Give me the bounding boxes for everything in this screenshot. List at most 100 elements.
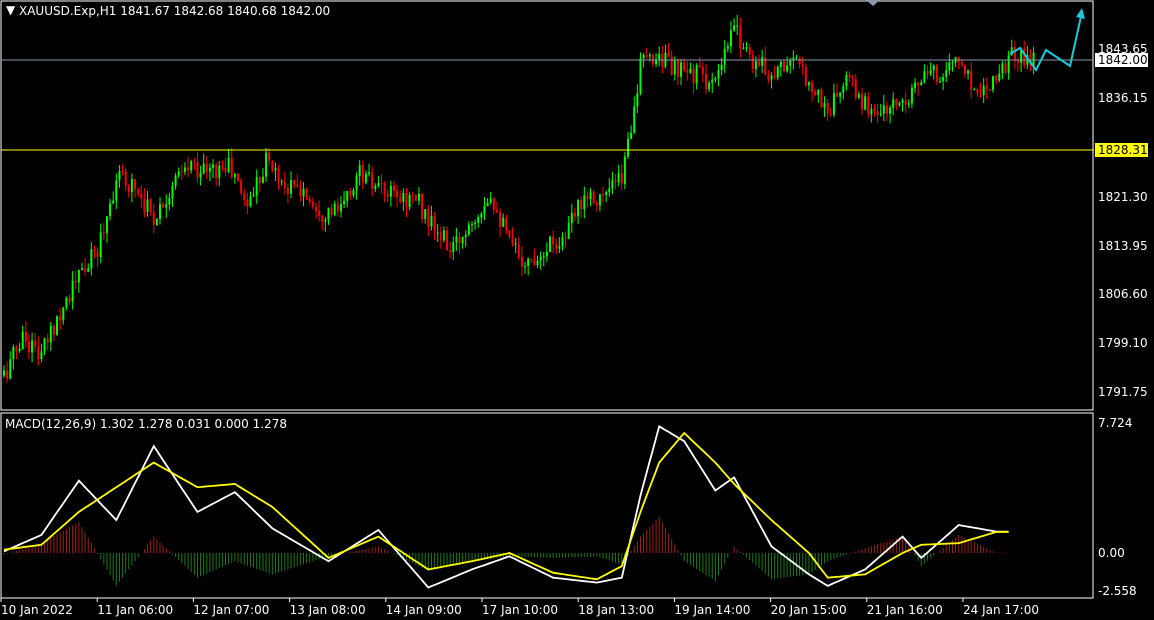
candle-body bbox=[280, 181, 283, 183]
candle-body bbox=[171, 185, 174, 199]
chart-menu-icon[interactable]: ▼ bbox=[6, 3, 16, 17]
price-tick: 1836.15 bbox=[1098, 91, 1148, 105]
candle-body bbox=[286, 187, 289, 194]
candle-body bbox=[49, 325, 52, 343]
time-tick-label: 11 Jan 06:00 bbox=[97, 603, 173, 617]
candle-body bbox=[992, 76, 995, 90]
price-tick: 1791.75 bbox=[1098, 385, 1148, 399]
candle-body bbox=[427, 209, 430, 227]
candle-body bbox=[642, 55, 645, 59]
candle-body bbox=[814, 91, 817, 96]
candle-body bbox=[695, 65, 698, 84]
candle-body bbox=[683, 62, 686, 71]
candle-body bbox=[914, 82, 917, 88]
candle-body bbox=[998, 73, 1001, 81]
candle-body bbox=[343, 200, 346, 205]
candle-body bbox=[399, 197, 402, 202]
price-tick: 1806.60 bbox=[1098, 287, 1148, 301]
candle-body bbox=[499, 212, 502, 227]
candle-body bbox=[81, 268, 83, 270]
candle-body bbox=[405, 192, 408, 208]
candle-body bbox=[293, 180, 296, 185]
candle-body bbox=[995, 76, 998, 81]
candle-body bbox=[130, 179, 133, 193]
time-tick-label: 18 Jan 13:00 bbox=[578, 603, 654, 617]
candle-body bbox=[252, 195, 255, 197]
candle-body bbox=[910, 87, 913, 104]
candle-body bbox=[208, 167, 211, 172]
candle-body bbox=[736, 25, 739, 27]
candle-body bbox=[667, 52, 670, 57]
candle-body bbox=[861, 94, 863, 110]
candle-body bbox=[885, 105, 888, 114]
candle-body bbox=[380, 182, 383, 184]
candle-body bbox=[748, 47, 751, 55]
candle-body bbox=[767, 75, 770, 80]
candle-body bbox=[645, 55, 648, 57]
candle-body bbox=[583, 195, 586, 210]
candle-body bbox=[96, 251, 99, 258]
level-price-label: 1828.31 bbox=[1098, 143, 1148, 157]
candle-body bbox=[555, 244, 558, 249]
candle-body bbox=[985, 85, 988, 90]
candle-body bbox=[620, 173, 623, 184]
candle-body bbox=[180, 171, 183, 173]
candle-body bbox=[461, 236, 464, 244]
candle-body bbox=[56, 316, 59, 335]
candle-body bbox=[433, 215, 436, 233]
candle-body bbox=[3, 370, 5, 376]
candle-body bbox=[187, 167, 190, 171]
candle-body bbox=[74, 280, 77, 283]
candle-body bbox=[196, 162, 199, 178]
candle-body bbox=[474, 222, 477, 225]
time-tick-label: 19 Jan 14:00 bbox=[674, 603, 750, 617]
candle-body bbox=[352, 190, 355, 196]
candle-body bbox=[773, 75, 776, 78]
candle-body bbox=[945, 70, 948, 77]
candle-body bbox=[371, 172, 374, 189]
candle-body bbox=[907, 103, 910, 105]
candle-body bbox=[963, 65, 966, 74]
candle-body bbox=[817, 89, 820, 96]
candle-body bbox=[714, 78, 717, 80]
candle-body bbox=[870, 109, 873, 115]
candle-body bbox=[389, 185, 392, 197]
candle-body bbox=[742, 47, 745, 49]
candle-body bbox=[520, 256, 523, 267]
candle-body bbox=[464, 234, 467, 237]
macd-axis-tick: -2.558 bbox=[1098, 584, 1137, 598]
candle-body bbox=[951, 62, 954, 64]
candle-body bbox=[617, 173, 620, 183]
candle-body bbox=[155, 218, 158, 226]
candle-body bbox=[932, 65, 935, 71]
candle-body bbox=[558, 246, 561, 249]
candle-body bbox=[393, 185, 395, 191]
macd-indicator-label: MACD(12,26,9) 1.302 1.278 0.031 0.000 1.… bbox=[5, 417, 287, 431]
candle-body bbox=[948, 62, 951, 71]
candle-body bbox=[1007, 55, 1010, 73]
symbol-info: XAUUSD.Exp,H1 1841.67 1842.68 1840.68 18… bbox=[19, 4, 330, 18]
candle-body bbox=[633, 106, 636, 133]
candle-body bbox=[27, 341, 30, 353]
candle-body bbox=[876, 111, 879, 115]
candle-body bbox=[417, 193, 420, 201]
candle-body bbox=[889, 107, 892, 114]
candle-body bbox=[864, 96, 867, 110]
candle-body bbox=[517, 243, 520, 257]
candle-body bbox=[605, 192, 608, 195]
candle-body bbox=[34, 340, 37, 347]
candle-body bbox=[898, 103, 901, 106]
candle-body bbox=[99, 232, 102, 258]
candle-body bbox=[720, 64, 723, 71]
candle-body bbox=[221, 165, 224, 168]
trading-chart[interactable]: ▼ XAUUSD.Exp,H1 1841.67 1842.68 1840.68 … bbox=[0, 0, 1154, 620]
candle-body bbox=[686, 70, 689, 73]
candle-body bbox=[1017, 60, 1019, 63]
candle-body bbox=[311, 201, 314, 207]
candle-body bbox=[851, 77, 854, 79]
candle-body bbox=[751, 54, 754, 69]
candle-body bbox=[396, 190, 399, 198]
candle-body bbox=[882, 105, 885, 114]
candle-body bbox=[318, 210, 321, 216]
candle-body bbox=[115, 180, 118, 201]
